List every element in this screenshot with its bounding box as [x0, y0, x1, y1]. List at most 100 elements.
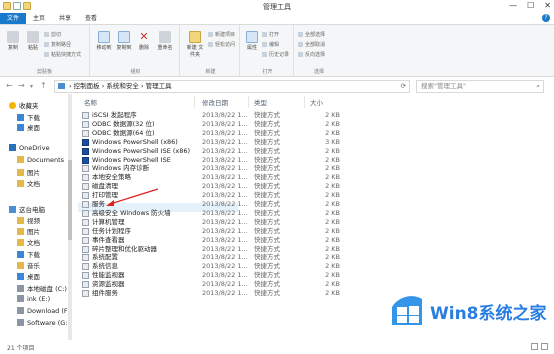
file-size: 2 KB — [325, 289, 340, 297]
file-type: 快捷方式 — [254, 173, 280, 181]
paste-shortcut-button[interactable]: 粘贴快捷方式 — [44, 51, 81, 58]
copy-to-button[interactable]: 复制到 — [116, 31, 132, 51]
edit-button[interactable]: 编辑 — [262, 41, 279, 48]
paste-icon — [27, 31, 39, 43]
file-name: ODBC 数据源(64 位) — [92, 129, 155, 137]
shortcut-icon — [82, 254, 89, 261]
nav-scrollbar-thumb[interactable] — [68, 160, 72, 240]
forward-arrow-icon[interactable]: → — [18, 81, 25, 90]
select-all-button[interactable]: 全部选择 — [298, 31, 325, 38]
move-to-button[interactable]: 移动到 — [96, 31, 112, 51]
details-view-icon[interactable] — [531, 343, 538, 350]
search-input[interactable]: 搜索"管理工具" ⌕ — [416, 80, 544, 93]
close-button[interactable]: ✕ — [544, 1, 551, 10]
new-folder-button[interactable]: 新建 文件夹 — [186, 31, 204, 58]
help-icon[interactable]: ? — [542, 14, 550, 22]
powershell-icon — [82, 148, 89, 155]
clipboard-group: 复制 粘贴 剪切 复制路径 粘贴快捷方式 剪贴板 — [0, 25, 90, 77]
shortcut-icon — [82, 183, 89, 190]
file-name: 组件服务 — [92, 289, 118, 297]
cloud-icon — [9, 144, 16, 151]
nav-item[interactable]: Download (F — [17, 307, 68, 318]
column-divider[interactable] — [304, 96, 305, 108]
column-headers: 名称 修改日期 类型 大小 — [76, 96, 554, 108]
breadcrumb[interactable]: › 控制面板 › 系统和安全 › 管理工具 — [69, 82, 172, 90]
nav-scrollbar[interactable] — [68, 94, 72, 340]
edit-icon — [262, 42, 267, 47]
delete-button[interactable]: ✕ 删除 — [137, 31, 151, 52]
nav-item[interactable]: 这台电脑 — [9, 204, 45, 215]
nav-item[interactable]: OneDrive — [9, 144, 50, 155]
properties-button[interactable]: 属性 — [245, 31, 259, 51]
file-name: Windows PowerShell ISE (x86) — [92, 147, 191, 155]
column-type[interactable]: 类型 — [254, 97, 267, 107]
refresh-icon[interactable]: ⟳ — [401, 81, 406, 92]
file-size: 2 KB — [325, 227, 340, 235]
drive-icon — [17, 307, 24, 314]
history-button[interactable]: 历史记录 — [262, 51, 289, 58]
nav-item[interactable]: 本地磁盘 (C:) — [17, 283, 67, 294]
tab-file[interactable]: 文件 — [0, 13, 27, 24]
copy-button[interactable]: 复制 — [6, 31, 20, 51]
minimize-button[interactable]: — — [509, 1, 517, 10]
nav-item-label: 桌面 — [27, 273, 40, 281]
nav-item[interactable]: 桌面 — [17, 271, 40, 282]
select-none-button[interactable]: 全部取消 — [298, 41, 325, 48]
new-item-button[interactable]: 新建项目 — [208, 31, 235, 38]
maximize-button[interactable]: ☐ — [527, 1, 534, 10]
tab-share[interactable]: 共享 — [52, 13, 78, 24]
copy-path-button[interactable]: 复制路径 — [44, 41, 71, 48]
column-divider[interactable] — [248, 96, 249, 108]
select-group: 全部选择 全部取消 反向选择 选择 — [296, 25, 342, 77]
address-bar[interactable]: › 控制面板 › 系统和安全 › 管理工具 ⟳ — [54, 80, 410, 93]
up-arrow-icon[interactable]: ↑ — [40, 81, 47, 90]
nav-item[interactable]: 音乐 — [17, 260, 40, 271]
nav-item[interactable]: 收藏夹 — [9, 100, 39, 111]
file-name: 系统信息 — [92, 262, 118, 270]
open-button[interactable]: 打开 — [262, 31, 279, 38]
shortcut-icon — [82, 237, 89, 244]
desktop-icon — [17, 273, 24, 280]
file-date: 2013/8/22 1... — [202, 289, 248, 297]
drive-icon — [17, 285, 24, 292]
file-size: 2 KB — [325, 182, 340, 190]
powershell-icon — [82, 157, 89, 164]
file-date: 2013/8/22 1... — [202, 227, 248, 235]
file-size: 2 KB — [325, 191, 340, 199]
tab-home[interactable]: 主页 — [26, 13, 52, 24]
file-size: 2 KB — [325, 218, 340, 226]
column-size[interactable]: 大小 — [310, 97, 323, 107]
download-icon — [17, 251, 24, 258]
nav-item[interactable]: ink (E:) — [17, 295, 50, 306]
nav-item[interactable]: 视频 — [17, 215, 40, 226]
tab-view[interactable]: 查看 — [78, 13, 104, 24]
scissors-icon — [44, 32, 49, 37]
column-divider[interactable] — [194, 96, 195, 108]
nav-item-label: 视频 — [27, 217, 40, 225]
paste-button[interactable]: 粘贴 — [26, 31, 40, 51]
file-name: 事件查看器 — [92, 236, 125, 244]
nav-item[interactable]: 下载 — [17, 249, 40, 260]
nav-item[interactable]: 桌面 — [17, 122, 40, 133]
nav-item[interactable]: 图片 — [17, 226, 40, 237]
cut-button[interactable]: 剪切 — [44, 31, 61, 38]
nav-item[interactable]: 文档 — [17, 178, 40, 189]
rename-button[interactable]: 重命名 — [156, 31, 174, 51]
open-group: 属性 打开 编辑 历史记录 打开 — [242, 25, 294, 77]
back-arrow-icon[interactable]: ← — [6, 81, 13, 90]
invert-selection-button[interactable]: 反向选择 — [298, 51, 325, 58]
column-date[interactable]: 修改日期 — [202, 97, 228, 107]
column-name[interactable]: 名称 — [84, 97, 97, 107]
nav-item[interactable]: Documents — [17, 156, 64, 167]
nav-item[interactable]: 文档 — [17, 237, 40, 248]
recent-chevron-icon[interactable]: ▾ — [30, 83, 33, 90]
easy-access-button[interactable]: 轻松访问 — [208, 41, 235, 48]
nav-item[interactable]: Software (G: — [17, 319, 67, 330]
nav-item[interactable]: 图片 — [17, 167, 40, 178]
nav-item-label: Download (F — [27, 307, 68, 315]
large-icons-view-icon[interactable] — [541, 343, 548, 350]
drive-icon — [17, 295, 24, 302]
picture-icon — [17, 228, 24, 235]
file-date: 2013/8/22 1... — [202, 271, 248, 279]
search-icon[interactable]: ⌕ — [536, 81, 540, 92]
